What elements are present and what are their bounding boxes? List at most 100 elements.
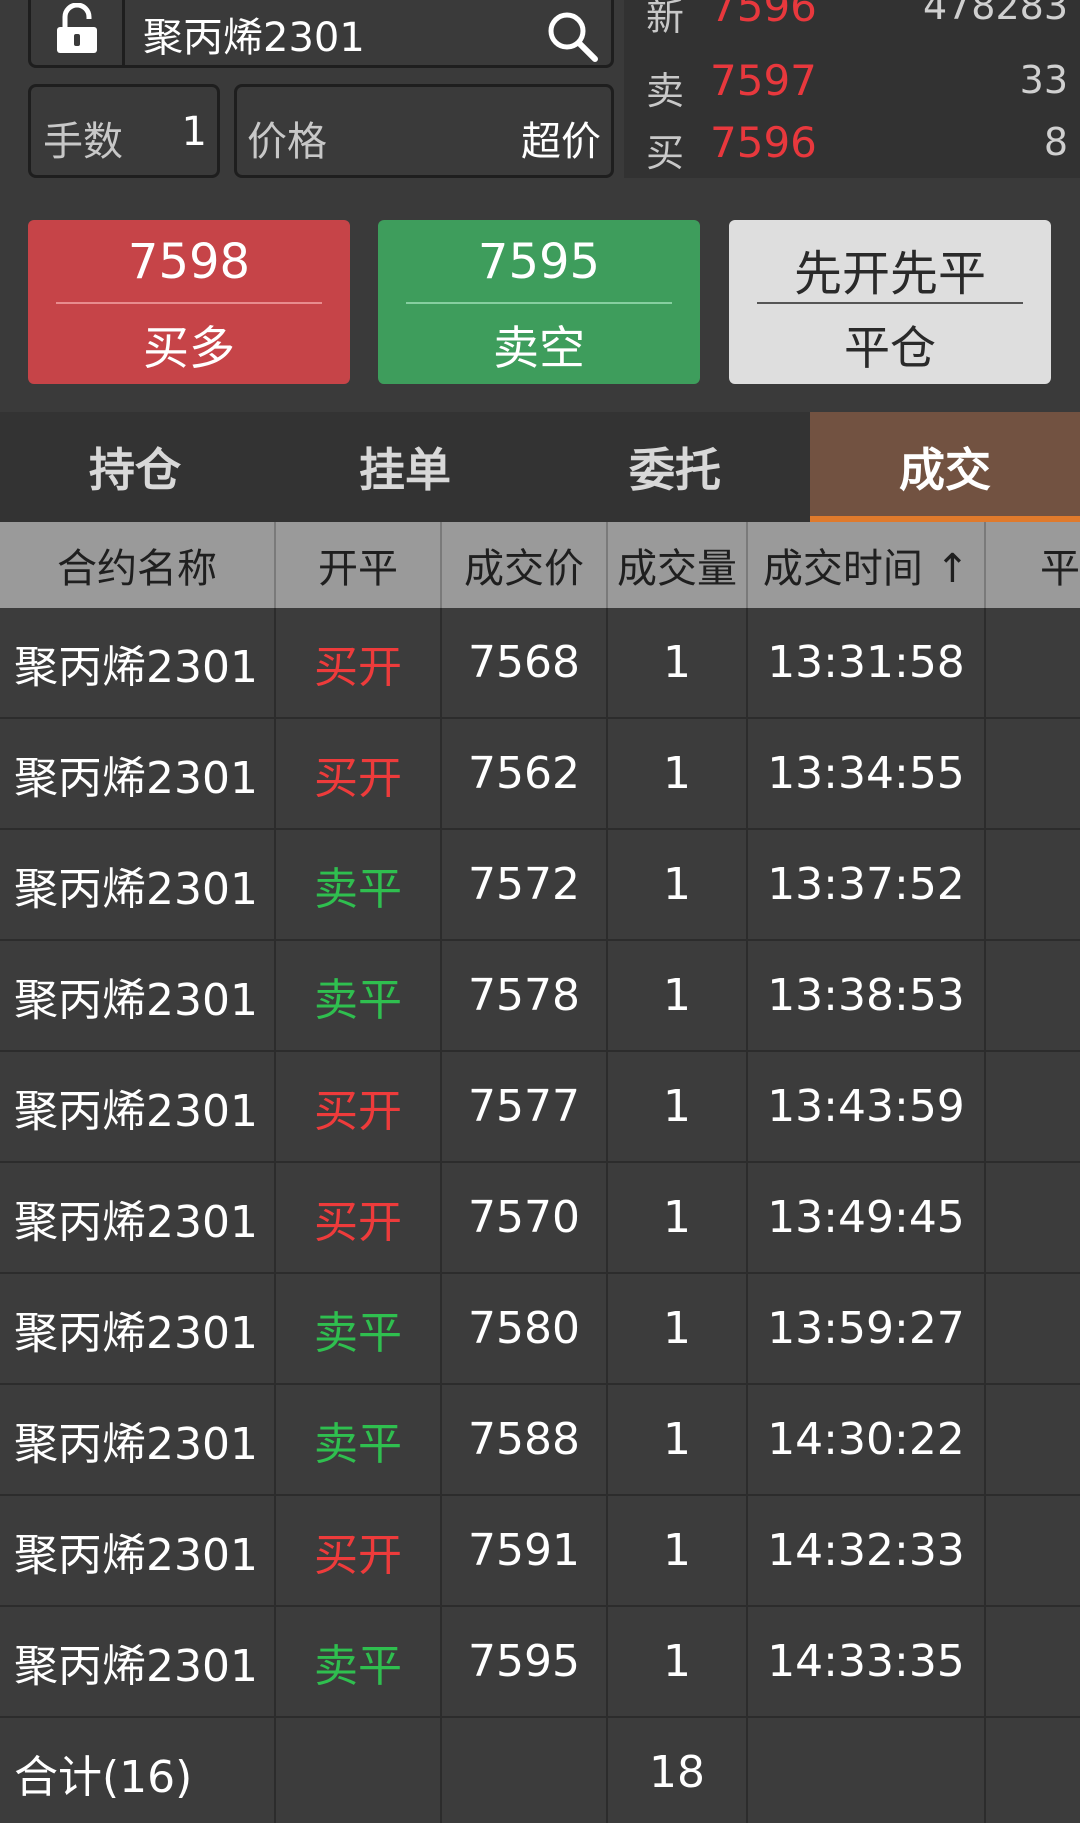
col-price[interactable]: 成交价 [442,522,608,608]
col-close[interactable]: 平 [986,522,1080,608]
close-cell [986,941,1080,1050]
price-cell: 7580 [442,1274,608,1383]
tab-pending[interactable]: 挂单 [270,412,540,522]
sell-label: 卖空 [493,321,585,375]
total-label: 合计(16) [0,1718,276,1823]
total-empty-cell [276,1718,442,1823]
col-contract[interactable]: 合约名称 [0,522,276,608]
symbol-name: 聚丙烯2301 [143,15,365,61]
tab-trades[interactable]: 成交 [810,412,1080,522]
total-empty-cell [748,1718,986,1823]
col-open-close[interactable]: 开平 [276,522,442,608]
open-close-cell: 卖平 [276,830,442,939]
symbol-selector[interactable]: 聚丙烯2301 [28,0,614,68]
contract-cell: 聚丙烯2301 [0,1274,276,1383]
qty-cell: 1 [608,1385,748,1494]
quote-label: 买 [646,131,685,175]
price-cell: 7595 [442,1607,608,1716]
tab-bar: 持仓 挂单 委托 成交 [0,412,1080,522]
col-time-sorted[interactable]: 成交时间 ↑ [748,522,986,608]
qty-cell: 1 [608,830,748,939]
price-cell: 7562 [442,719,608,828]
quote-volume: 8 [1043,120,1068,164]
open-close-cell: 卖平 [276,1274,442,1383]
time-cell: 13:43:59 [748,1052,986,1161]
quote-row-last: 新 7596 478283 [646,0,1068,39]
price-mode[interactable]: 超价 [521,109,601,167]
close-mode: 先开先平 [793,246,986,302]
close-cell [986,1496,1080,1605]
time-cell: 14:30:22 [748,1385,986,1494]
table-row[interactable]: 聚丙烯2301 买开 7591 1 14:32:33 [0,1496,1080,1607]
quantity-field[interactable]: 手数 1 [28,84,220,178]
contract-cell: 聚丙烯2301 [0,830,276,939]
close-cell [986,1385,1080,1494]
open-close-cell: 买开 [276,719,442,828]
close-label: 平仓 [844,321,936,375]
table-row[interactable]: 聚丙烯2301 卖平 7580 1 13:59:27 [0,1274,1080,1385]
price-cell: 7572 [442,830,608,939]
quote-price: 7596 [710,118,817,167]
search-icon [548,12,598,62]
search-button[interactable] [545,9,601,65]
quote-volume: 478283 [922,0,1068,28]
contract-cell: 聚丙烯2301 [0,1052,276,1161]
contract-cell: 聚丙烯2301 [0,1163,276,1272]
table-row[interactable]: 聚丙烯2301 卖平 7578 1 13:38:53 [0,941,1080,1052]
qty-cell: 1 [608,1274,748,1383]
table-row[interactable]: 聚丙烯2301 买开 7570 1 13:49:45 [0,1163,1080,1274]
table-row[interactable]: 聚丙烯2301 卖平 7588 1 14:30:22 [0,1385,1080,1496]
contract-cell: 聚丙烯2301 [0,1607,276,1716]
order-panel: 聚丙烯2301 手数 1 价格 超价 新 7596 478283 卖 7597 … [0,0,1080,412]
total-empty-cell [986,1718,1080,1823]
open-close-cell: 买开 [276,1163,442,1272]
time-cell: 13:38:53 [748,941,986,1050]
close-cell [986,719,1080,828]
lock-open-icon [56,3,97,53]
quantity-label: 手数 [43,119,123,165]
lock-toggle[interactable] [31,0,125,65]
price-cell: 7591 [442,1496,608,1605]
close-cell [986,608,1080,717]
qty-cell: 1 [608,1607,748,1716]
table-row[interactable]: 聚丙烯2301 卖平 7572 1 13:37:52 [0,830,1080,941]
qty-cell: 1 [608,1496,748,1605]
time-cell: 13:49:45 [748,1163,986,1272]
table-row[interactable]: 聚丙烯2301 买开 7562 1 13:34:55 [0,719,1080,830]
qty-cell: 1 [608,1052,748,1161]
time-cell: 13:37:52 [748,830,986,939]
quote-panel: 新 7596 478283 卖 7597 33 买 7596 8 [624,0,1080,178]
price-cell: 7568 [442,608,608,717]
table-row[interactable]: 聚丙烯2301 买开 7577 1 13:43:59 [0,1052,1080,1163]
trade-screen: 聚丙烯2301 手数 1 价格 超价 新 7596 478283 卖 7597 … [0,0,1080,1823]
tab-positions[interactable]: 持仓 [0,412,270,522]
time-cell: 14:32:33 [748,1496,986,1605]
sell-short-button[interactable]: 7595 卖空 [378,220,700,384]
price-field[interactable]: 价格 超价 [234,84,614,178]
table-row[interactable]: 聚丙烯2301 卖平 7595 1 14:33:35 [0,1607,1080,1718]
quote-row-bid: 买 7596 8 [646,114,1068,175]
quote-row-ask: 卖 7597 33 [646,52,1068,113]
open-close-cell: 买开 [276,608,442,717]
quantity-value[interactable]: 1 [182,109,207,155]
contract-cell: 聚丙烯2301 [0,608,276,717]
buy-label: 买多 [143,321,235,375]
table-row[interactable]: 聚丙烯2301 买开 7568 1 13:31:58 [0,608,1080,719]
price-cell: 7588 [442,1385,608,1494]
time-cell: 14:33:35 [748,1607,986,1716]
time-cell: 13:31:58 [748,608,986,717]
close-cell [986,1052,1080,1161]
divider [757,302,1023,304]
price-cell: 7578 [442,941,608,1050]
buy-long-button[interactable]: 7598 买多 [28,220,350,384]
time-cell: 13:59:27 [748,1274,986,1383]
quote-price: 7596 [710,0,817,31]
quote-label: 新 [646,0,685,39]
quote-label: 卖 [646,69,685,113]
tab-orders[interactable]: 委托 [540,412,810,522]
col-qty[interactable]: 成交量 [608,522,748,608]
open-close-cell: 买开 [276,1496,442,1605]
qty-cell: 1 [608,941,748,1050]
close-position-button[interactable]: 先开先平 平仓 [729,220,1051,384]
price-cell: 7570 [442,1163,608,1272]
